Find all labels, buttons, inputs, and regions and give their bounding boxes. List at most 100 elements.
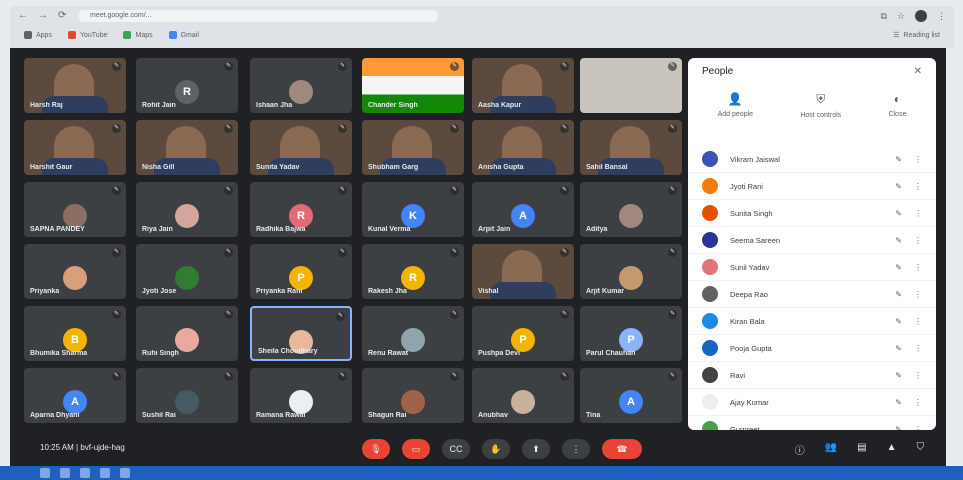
participant-tile[interactable]: ✎ Anisha Gupta — [472, 120, 574, 175]
participant-tile[interactable]: A ✎ Arpit Jain — [472, 182, 574, 237]
start-icon[interactable] — [40, 468, 50, 478]
search-icon[interactable] — [60, 468, 70, 478]
people-icon[interactable]: 👥 — [825, 442, 837, 457]
participant-name: Chander Singh — [368, 102, 418, 109]
more-options-icon[interactable]: ⋮ — [914, 182, 922, 191]
participant-tile[interactable]: B ✎ Bhumika Sharma — [24, 306, 126, 361]
participant-tile[interactable]: ✎ Arjit Kumar — [580, 244, 682, 299]
more-options-icon[interactable]: ⋮ — [914, 263, 922, 272]
participant-tile[interactable]: ✎ Riya Jain — [136, 182, 238, 237]
participant-tile[interactable]: P ✎ Priyanka Rani — [250, 244, 352, 299]
participant-tile[interactable]: R ✎ Rohit Jain — [136, 58, 238, 113]
mic-muted-icon: ✎ — [895, 235, 902, 245]
forward-icon[interactable]: → — [38, 11, 48, 21]
participant-tile[interactable]: R ✎ Radhika Bajwa — [250, 182, 352, 237]
participant-name: Radhika Bajwa — [256, 226, 306, 233]
more-options-icon[interactable]: ⋮ — [914, 344, 922, 353]
address-bar[interactable]: meet.google.com/... — [78, 10, 438, 22]
more-options-icon[interactable]: ⋮ — [914, 317, 922, 326]
participant-tile[interactable]: ✎ Aasha Kapur — [472, 58, 574, 113]
more-options-icon[interactable]: ⋮ — [914, 398, 922, 407]
close-icon[interactable]: ✕ — [914, 66, 922, 77]
participant-tile[interactable]: ✎ Chander Singh — [362, 58, 464, 113]
captions-button[interactable]: CC — [442, 439, 470, 459]
participant-tile[interactable]: ✎ Ramana Rawal — [250, 368, 352, 423]
participant-tile[interactable]: A ✎ Tina — [580, 368, 682, 423]
browser-icon[interactable] — [100, 468, 110, 478]
bookmark-item[interactable]: Apps — [24, 31, 52, 39]
participant-tile[interactable]: ✎ Sushil Rai — [136, 368, 238, 423]
activities-icon[interactable]: ▲ — [887, 442, 897, 457]
participant-tile[interactable]: ✎ Anubhav — [472, 368, 574, 423]
participant-tile[interactable]: ✎ Shubham Garg — [362, 120, 464, 175]
more-options-icon[interactable]: ⋮ — [914, 155, 922, 164]
list-item[interactable]: Ravi ✎ ⋮ — [688, 362, 936, 389]
end-call-button[interactable]: ☎ — [602, 439, 642, 459]
participant-tile[interactable]: ✎ Sunita Yadav — [250, 120, 352, 175]
chat-icon[interactable]: ▤ — [857, 442, 866, 457]
more-options-icon[interactable]: ⋮ — [914, 290, 922, 299]
raise-hand-button[interactable]: ✋ — [482, 439, 510, 459]
participant-tile[interactable]: ✎ SAPNA PANDEY — [24, 182, 126, 237]
list-item[interactable]: Kiran Bala ✎ ⋮ — [688, 308, 936, 335]
star-icon[interactable]: ☆ — [897, 11, 905, 22]
list-item[interactable]: Sunita Singh ✎ ⋮ — [688, 200, 936, 227]
more-options-button[interactable]: ⋮ — [562, 439, 590, 459]
menu-icon[interactable]: ⋮ — [937, 11, 946, 22]
participant-tile[interactable]: P ✎ Parul Chauhan — [580, 306, 682, 361]
profile-avatar[interactable] — [915, 10, 927, 22]
participant-tile[interactable]: ✎ Vishal — [472, 244, 574, 299]
participant-tile[interactable]: ✎ Ruhi Singh — [136, 306, 238, 361]
list-item[interactable]: Deepa Rao ✎ ⋮ — [688, 281, 936, 308]
list-item[interactable]: Ajay Kumar ✎ ⋮ — [688, 389, 936, 416]
bookmark-label: Gmail — [180, 31, 199, 39]
reload-icon[interactable]: ⟳ — [58, 11, 68, 21]
participant-tile[interactable]: ✎ Jyoti Jose — [136, 244, 238, 299]
participant-name: Harsh Raj — [30, 102, 63, 109]
bookmark-item[interactable]: YouTube — [67, 31, 107, 39]
more-options-icon[interactable]: ⋮ — [914, 209, 922, 218]
host-controls-button[interactable]: ⛨ Host controls — [800, 92, 841, 140]
close-panel-button[interactable]: ◐ Close — [888, 92, 906, 140]
list-item[interactable]: Seema Sareen ✎ ⋮ — [688, 227, 936, 254]
add-people-button[interactable]: 👤 Add people — [718, 92, 753, 140]
list-item[interactable]: Sunil Yadav ✎ ⋮ — [688, 254, 936, 281]
participant-tile[interactable]: ✎ Shagun Rai — [362, 368, 464, 423]
list-item[interactable]: Pooja Gupta ✎ ⋮ — [688, 335, 936, 362]
files-icon[interactable] — [120, 468, 130, 478]
participant-tile[interactable]: ✎ Nisha Gill — [136, 120, 238, 175]
participant-tile[interactable]: A ✎ Aparna Dhyani — [24, 368, 126, 423]
camera-button[interactable]: ▭ — [402, 439, 430, 459]
list-item[interactable]: Vikram Jaiswal ✎ ⋮ — [688, 146, 936, 173]
participant-tile[interactable]: ✎ Renu Rawat — [362, 306, 464, 361]
reading-list-button[interactable]: ☰ Reading list — [893, 31, 940, 40]
participant-tile[interactable]: ✎ Harshit Gaur — [24, 120, 126, 175]
bookmark-item[interactable]: Gmail — [168, 31, 199, 39]
list-item[interactable]: Gurpreet ✎ ⋮ — [688, 416, 936, 430]
participant-tile[interactable]: K ✎ Kunal Verma — [362, 182, 464, 237]
list-item[interactable]: Jyoti Rani ✎ ⋮ — [688, 173, 936, 200]
present-button[interactable]: ⬆ — [522, 439, 550, 459]
taskview-icon[interactable] — [80, 468, 90, 478]
participant-tile[interactable]: P ✎ Pushpa Devi — [472, 306, 574, 361]
participant-tile[interactable]: ✎ Sheila Choudhary — [250, 306, 352, 361]
participant-tile[interactable]: ✎ Ishaan Jha — [250, 58, 352, 113]
participant-tile[interactable]: ✎ Aditya — [580, 182, 682, 237]
more-options-icon[interactable]: ⋮ — [914, 236, 922, 245]
extensions-icon[interactable]: ⧉ — [880, 11, 886, 22]
participant-name: Tina — [586, 412, 601, 419]
mic-muted-icon: ✎ — [338, 372, 347, 381]
participant-avatar — [511, 390, 535, 414]
participant-tile[interactable]: ✎ Harsh Raj — [24, 58, 126, 113]
more-options-icon[interactable]: ⋮ — [914, 425, 922, 431]
participant-tile[interactable]: R ✎ Rakesh Jha — [362, 244, 464, 299]
info-icon[interactable]: ⓘ — [795, 442, 805, 457]
more-options-icon[interactable]: ⋮ — [914, 371, 922, 380]
lock-icon[interactable]: ⛉ — [917, 442, 925, 457]
mic-button[interactable]: 🎙 — [362, 439, 390, 459]
participant-tile[interactable]: ✎ Sahil Bansal — [580, 120, 682, 175]
bookmark-item[interactable]: Maps — [123, 31, 153, 39]
participant-tile[interactable]: ✎ Priyanka — [24, 244, 126, 299]
participant-tile[interactable]: ✎ — [580, 58, 682, 113]
back-icon[interactable]: ← — [18, 11, 28, 21]
